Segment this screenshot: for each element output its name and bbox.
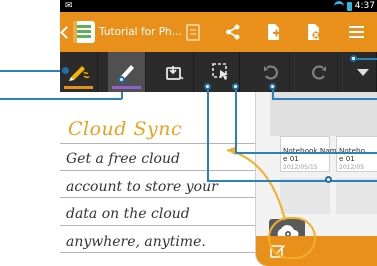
- callout-line-pen: [0, 70, 66, 72]
- callout-dot-more: [350, 55, 357, 62]
- more-dropdown-icon: [357, 68, 369, 76]
- highlighter-tool-button[interactable]: [108, 52, 146, 92]
- callout-dot-select: [204, 83, 211, 90]
- notification-mail-icon: ✉: [65, 1, 73, 11]
- drawing-toolbar: [60, 52, 377, 92]
- back-chevron-icon: [60, 25, 73, 39]
- app-notebook-icon: [73, 21, 95, 43]
- battery-icon: [346, 1, 352, 11]
- gesture-icon: [211, 63, 228, 80]
- pen-icon: [68, 66, 89, 81]
- share-icon[interactable]: [223, 22, 243, 42]
- callout-line-select: [207, 87, 209, 181]
- undo-icon: [263, 65, 278, 80]
- ruled-line: [60, 225, 255, 226]
- wifi-icon: [333, 1, 344, 11]
- callout-dot-pen: [62, 67, 69, 74]
- callout-line-highlighter: [0, 98, 122, 100]
- ruled-line: [60, 252, 255, 253]
- list-menu-icon[interactable]: [346, 22, 366, 42]
- callout-line-more: [355, 58, 377, 60]
- callout-dot-undo: [269, 83, 276, 90]
- document-title: Tutorial for Ph...: [99, 26, 182, 38]
- callout-line-gesture: [235, 87, 237, 153]
- redo-icon: [311, 65, 326, 80]
- select-area-icon: [165, 66, 184, 80]
- callout-line-undo-horizontal: [272, 98, 377, 100]
- note-line: data on the cloud: [66, 206, 190, 222]
- delete-page-icon[interactable]: [304, 22, 324, 42]
- note-line: Get a free cloud: [66, 151, 180, 167]
- notebook-name: Notebo e 01: [339, 146, 365, 163]
- note-line: account to store your: [66, 179, 218, 195]
- add-page-icon[interactable]: [264, 22, 284, 42]
- page-icon[interactable]: [183, 22, 203, 42]
- callout-dot-highlighter: [118, 76, 125, 83]
- callout-line-select-horizontal: [207, 180, 377, 182]
- select-area-tool-button[interactable]: [156, 52, 194, 92]
- note-heading: Cloud Sync: [68, 118, 183, 140]
- notebook-slot: [336, 178, 377, 214]
- app-home-button[interactable]: Tutorial for Ph...: [60, 17, 182, 47]
- callout-dot-cloud: [325, 176, 332, 183]
- notebook-date: 2012/05: [339, 164, 364, 171]
- note-line: anywhere, anytime.: [66, 234, 206, 250]
- callout-line-gesture-horizontal: [235, 152, 377, 154]
- action-bar: Tutorial for Ph...: [60, 12, 377, 52]
- status-bar: ✉ 4:37: [60, 0, 377, 12]
- redo-button[interactable]: [300, 52, 338, 92]
- status-time: 4:37: [354, 1, 375, 11]
- callout-dot-gesture: [232, 83, 239, 90]
